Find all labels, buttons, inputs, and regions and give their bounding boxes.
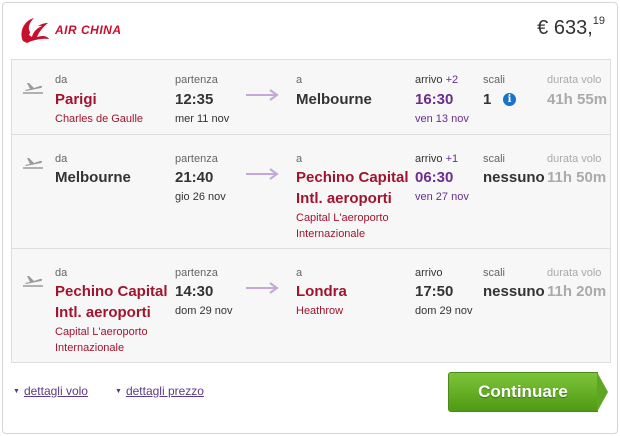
flight-segments: da Parigi Charles de Gaulle partenza 12:… (11, 59, 611, 363)
arrow-right-icon (246, 282, 279, 294)
arrival-label: arrivo +2 (415, 74, 458, 86)
itinerary-card: AIR CHINA € 633,19 da Parigi Charles de … (2, 2, 618, 434)
stops-value: nessuno (483, 169, 545, 186)
duration-value: 11h 50m (547, 169, 607, 186)
to-city-line1: Pechino Capital (296, 169, 409, 186)
flight-details-link[interactable]: ▼ dettagli volo (13, 384, 88, 398)
duration-value: 41h 55m (547, 91, 608, 108)
departure-time: 12:35 (175, 91, 214, 108)
arrival-day-offset: +2 (445, 74, 459, 86)
arrival-label: arrivo (415, 267, 443, 279)
to-airport-line1: Capital L'aeroporto (296, 212, 389, 224)
stops-label: scali (483, 74, 506, 86)
arrival-time: 06:30 (415, 169, 454, 186)
departure-label: partenza (175, 267, 218, 279)
to-airport: Heathrow (296, 305, 344, 317)
flight-details-label: dettagli volo (23, 384, 88, 398)
stops-label: scali (483, 267, 506, 279)
duration-value: 11h 20m (547, 283, 607, 300)
arrival-label-text: arrivo (415, 74, 443, 86)
departure-label: partenza (175, 153, 218, 165)
arrival-date: ven 27 nov (415, 191, 469, 203)
duration-label: durata volo (547, 267, 602, 279)
to-label: a (296, 74, 303, 86)
airline-name: AIR CHINA (55, 23, 122, 37)
total-price: € 633,19 (537, 15, 605, 40)
header: AIR CHINA € 633,19 (3, 3, 617, 55)
departure-date: gio 26 nov (175, 191, 226, 203)
departure-date: mer 11 nov (175, 113, 230, 125)
caret-down-icon: ▼ (115, 388, 122, 396)
price-details-label: dettagli prezzo (125, 384, 204, 398)
arrival-date: ven 13 nov (415, 113, 469, 125)
from-label: da (55, 74, 68, 86)
stops-value: 1 (483, 91, 492, 108)
price-cents: 19 (592, 15, 605, 27)
to-label: a (296, 153, 303, 165)
price-main: € 633, (537, 17, 593, 39)
flight-segment: da Pechino Capital Intl. aeroporti Capit… (12, 249, 610, 364)
duration-label: durata volo (547, 153, 602, 165)
departure-time: 21:40 (175, 169, 214, 186)
from-label: da (55, 153, 68, 165)
airline-logo: AIR CHINA (17, 15, 122, 45)
arrival-time: 16:30 (415, 91, 454, 108)
stops-value: nessuno (483, 283, 545, 300)
from-airport-line1: Capital L'aeroporto (55, 326, 148, 338)
departure-date: dom 29 nov (175, 305, 233, 317)
to-city: Melbourne (296, 91, 372, 108)
arrival-label-text: arrivo (415, 153, 443, 165)
duration-label: durata volo (547, 74, 602, 86)
footer: ▼ dettagli volo ▼ dettagli prezzo Continua… (3, 365, 617, 433)
caret-down-icon: ▼ (13, 388, 20, 396)
from-city: Parigi (55, 91, 97, 108)
to-airport-line2: Internazionale (296, 228, 366, 240)
continue-button-label: Continuare (478, 382, 568, 401)
arrival-date: dom 29 nov (415, 305, 473, 317)
to-city-line2: Intl. aeroporti (296, 190, 392, 207)
stops-label: scali (483, 153, 506, 165)
plane-takeoff-icon (23, 158, 43, 169)
continue-button[interactable]: Continuare (448, 372, 608, 412)
continue-button-arrow-tip (597, 372, 608, 412)
from-city-line1: Pechino Capital (55, 283, 168, 300)
departure-time: 14:30 (175, 283, 214, 300)
price-details-link[interactable]: ▼ dettagli prezzo (115, 384, 204, 398)
air-china-logo-icon (21, 18, 49, 43)
to-city: Londra (296, 283, 347, 300)
arrow-right-icon (246, 89, 279, 101)
arrival-time: 17:50 (415, 283, 454, 300)
flight-segment: da Melbourne partenza 21:40 gio 26 nov a… (12, 135, 610, 249)
arrival-label: arrivo +1 (415, 153, 458, 165)
plane-takeoff-icon (23, 276, 43, 287)
from-airport-line2: Internazionale (55, 342, 125, 354)
plane-takeoff-icon (23, 83, 43, 94)
from-label: da (55, 267, 68, 279)
from-city: Melbourne (55, 169, 131, 186)
from-city-line2: Intl. aeroporti (55, 304, 151, 321)
info-icon[interactable]: i (503, 93, 516, 106)
arrow-right-icon (246, 168, 279, 180)
arrival-day-offset: +1 (445, 153, 459, 165)
flight-segment: da Parigi Charles de Gaulle partenza 12:… (12, 60, 610, 135)
departure-label: partenza (175, 74, 218, 86)
from-airport: Charles de Gaulle (55, 113, 144, 125)
to-label: a (296, 267, 303, 279)
